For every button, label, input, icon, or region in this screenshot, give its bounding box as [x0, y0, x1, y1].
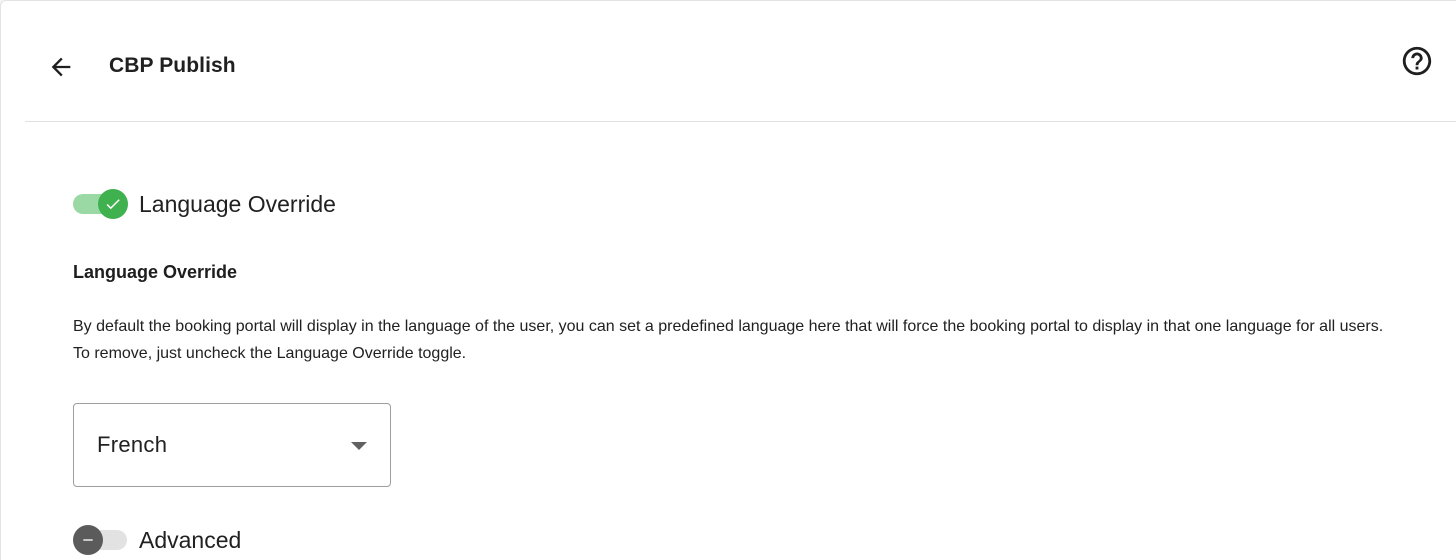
back-button[interactable]: [43, 49, 79, 85]
advanced-toggle[interactable]: [73, 525, 129, 555]
language-override-toggle-label: Language Override: [139, 190, 336, 217]
help-circle-icon: [1402, 46, 1432, 76]
toggle-thumb: [98, 189, 128, 219]
advanced-toggle-row[interactable]: Advanced: [73, 525, 241, 555]
language-override-toggle-row[interactable]: Language Override: [73, 189, 336, 219]
arrow-left-icon: [51, 57, 71, 77]
page-header: CBP Publish: [25, 1, 1456, 122]
settings-panel: CBP Publish Language Override Language O…: [0, 0, 1456, 560]
language-override-description: By default the booking portal will displ…: [73, 318, 1384, 362]
page-title: CBP Publish: [109, 54, 236, 77]
toggle-thumb: [73, 525, 103, 555]
chevron-down-icon: [351, 442, 367, 450]
language-select-value: French: [97, 432, 168, 457]
language-override-heading: Language Override: [73, 262, 238, 282]
advanced-toggle-label: Advanced: [139, 526, 242, 553]
help-button[interactable]: [1399, 43, 1435, 79]
language-select[interactable]: French: [73, 403, 391, 487]
check-icon: [106, 199, 120, 210]
minus-icon: [83, 539, 93, 541]
language-override-toggle[interactable]: [73, 189, 129, 219]
